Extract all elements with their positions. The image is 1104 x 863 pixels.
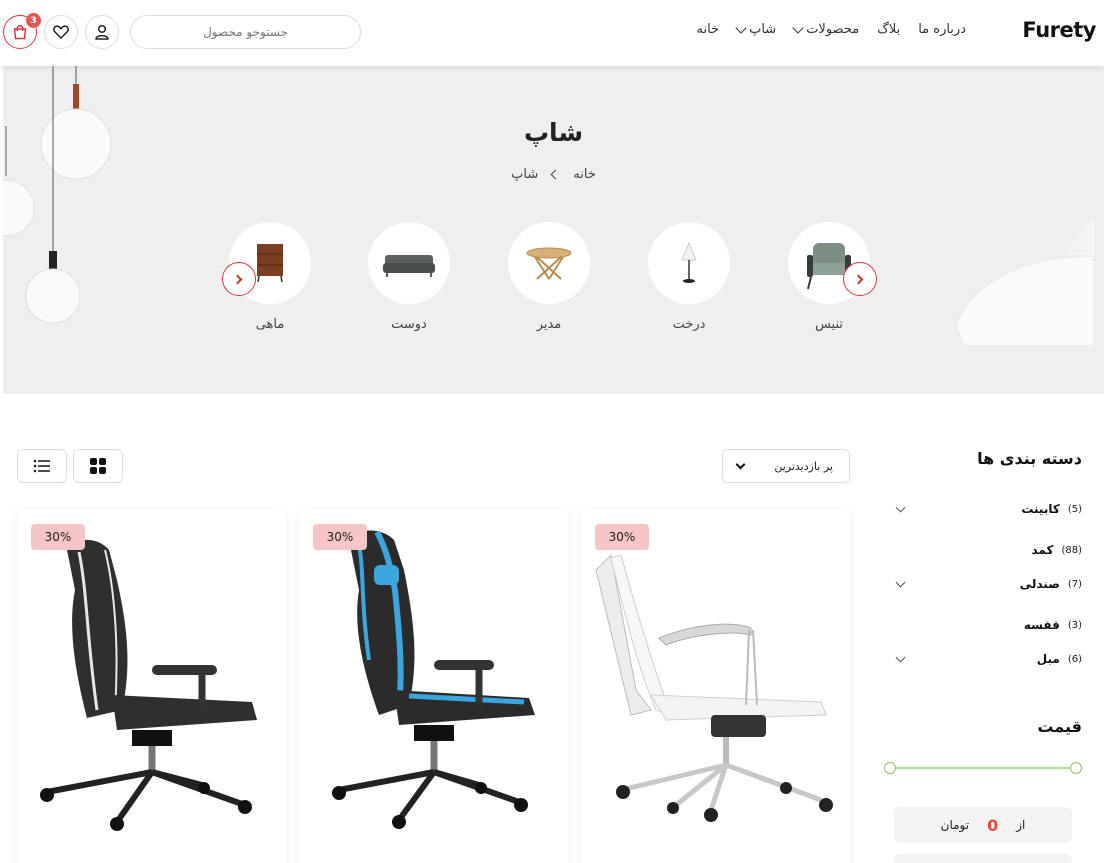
price-currency: تومان	[940, 818, 970, 832]
pendant-lamps-image	[3, 66, 112, 324]
breadcrumb: خانه شاپ	[3, 167, 1104, 182]
decorative-lamp-shade	[955, 216, 1095, 346]
nav-item-label: محصولات	[806, 22, 860, 37]
lamp-icon	[681, 241, 697, 283]
breadcrumb-current: شاپ	[511, 167, 539, 182]
cart-count-badge: 3	[26, 13, 41, 28]
product-image[interactable]	[299, 510, 568, 863]
category-item[interactable]: دوست	[368, 222, 450, 332]
price-from-value: 0	[987, 815, 999, 835]
chevron-down-icon	[735, 21, 747, 34]
price-min-field[interactable]: از 0 تومان	[894, 807, 1072, 843]
grid-icon	[90, 458, 106, 474]
drawer-icon	[257, 244, 283, 283]
breadcrumb-link-home[interactable]: خانه	[573, 167, 596, 182]
discount-badge: 30%	[313, 524, 367, 550]
category-name: قفسه	[1023, 618, 1060, 632]
product-card[interactable]: 30%	[581, 510, 850, 863]
table-icon	[526, 247, 572, 280]
sofa-icon	[383, 255, 435, 277]
search-input[interactable]	[130, 15, 361, 49]
user-icon	[95, 24, 109, 40]
carousel-prev-button[interactable]	[843, 262, 877, 296]
main-nav: خانه شاپ محصولات بلاگ درباره ما	[697, 21, 966, 37]
price-range-max-handle[interactable]	[1070, 762, 1082, 774]
list-view-button[interactable]	[17, 449, 67, 483]
sort-selected-value: پر بازدیدترین	[774, 459, 833, 473]
category-name: کابینت	[1021, 502, 1060, 516]
category-image	[368, 222, 450, 304]
sidebar-category-shelf[interactable]: قفسه (3)	[887, 614, 1082, 636]
chevron-down-icon[interactable]	[895, 577, 906, 587]
product-image[interactable]	[17, 510, 286, 863]
heart-icon	[53, 25, 69, 39]
category-label: دوست	[391, 317, 427, 332]
product-card[interactable]: 30%	[299, 510, 568, 863]
nav-item-home[interactable]: خانه	[697, 22, 720, 37]
sidebar-category-cabinet[interactable]: کابینت (5)	[887, 498, 1082, 520]
site-header: Furety خانه شاپ محصولات بلاگ درباره ما 3	[0, 0, 1104, 66]
category-label: ماهی	[255, 317, 285, 332]
category-item[interactable]: مدیر	[508, 222, 590, 332]
category-name: مبل	[1036, 652, 1060, 666]
category-label: درخت	[672, 317, 706, 332]
nav-item-label: شاپ	[749, 22, 777, 37]
carousel-next-button[interactable]	[222, 262, 256, 296]
category-name: کمد	[1031, 543, 1054, 557]
chevron-down-icon[interactable]	[895, 652, 906, 662]
category-image	[648, 222, 730, 304]
nav-item-label: بلاگ	[877, 22, 901, 37]
category-label: تنیس	[814, 317, 844, 332]
category-count: (6)	[1067, 653, 1082, 665]
discount-badge: 30%	[31, 524, 85, 550]
price-range-track	[889, 767, 1077, 769]
nav-item-label: درباره ما	[918, 22, 966, 37]
chevron-left-icon	[550, 169, 561, 180]
chevron-right-icon	[232, 274, 243, 284]
price-range-slider[interactable]	[884, 762, 1082, 774]
nav-item-label: خانه	[696, 22, 720, 37]
price-range-min-handle[interactable]	[884, 762, 896, 774]
category-item[interactable]: درخت	[648, 222, 730, 332]
category-label: مدیر	[536, 317, 562, 332]
category-name: صندلی	[1019, 577, 1060, 591]
sidebar-category-sofa[interactable]: مبل (6)	[887, 648, 1082, 670]
hero-banner: شاپ خانه شاپ تنیس درخت مدیر دوست ماهی	[3, 66, 1104, 394]
category-count: (88)	[1061, 544, 1082, 556]
grid-view-button[interactable]	[73, 449, 123, 483]
nav-item-shop[interactable]: شاپ	[735, 21, 777, 37]
price-from-label: از	[1016, 818, 1026, 832]
wishlist-button[interactable]	[44, 15, 78, 49]
chevron-down-icon	[735, 459, 746, 469]
nav-item-blog[interactable]: بلاگ	[877, 22, 900, 37]
nav-item-about[interactable]: درباره ما	[918, 22, 966, 37]
category-image	[508, 222, 590, 304]
sidebar-category-chair[interactable]: صندلی (7)	[887, 573, 1082, 595]
categories-title: دسته بندی ها	[977, 449, 1082, 468]
category-count: (5)	[1067, 503, 1082, 515]
category-count: (3)	[1067, 619, 1082, 631]
chevron-down-icon[interactable]	[895, 502, 906, 512]
discount-badge: 30%	[595, 524, 649, 550]
product-card[interactable]: 30%	[17, 510, 286, 863]
cart-button[interactable]: 3	[3, 13, 41, 49]
chevron-down-icon	[792, 21, 804, 34]
category-count: (7)	[1067, 578, 1082, 590]
page-title: شاپ	[523, 118, 584, 147]
sort-select[interactable]: پر بازدیدترین	[722, 449, 850, 483]
user-button[interactable]	[85, 15, 119, 49]
list-icon	[33, 459, 50, 473]
chevron-right-icon	[853, 274, 864, 284]
price-title: قیمت	[1037, 717, 1082, 736]
product-image[interactable]	[581, 510, 850, 863]
logo[interactable]: Furety	[1022, 18, 1096, 42]
cart-icon	[13, 25, 27, 40]
nav-item-products[interactable]: محصولات	[792, 21, 860, 37]
price-max-field[interactable]	[894, 854, 1072, 863]
sidebar-category-closet[interactable]: کمد (88)	[887, 539, 1082, 561]
